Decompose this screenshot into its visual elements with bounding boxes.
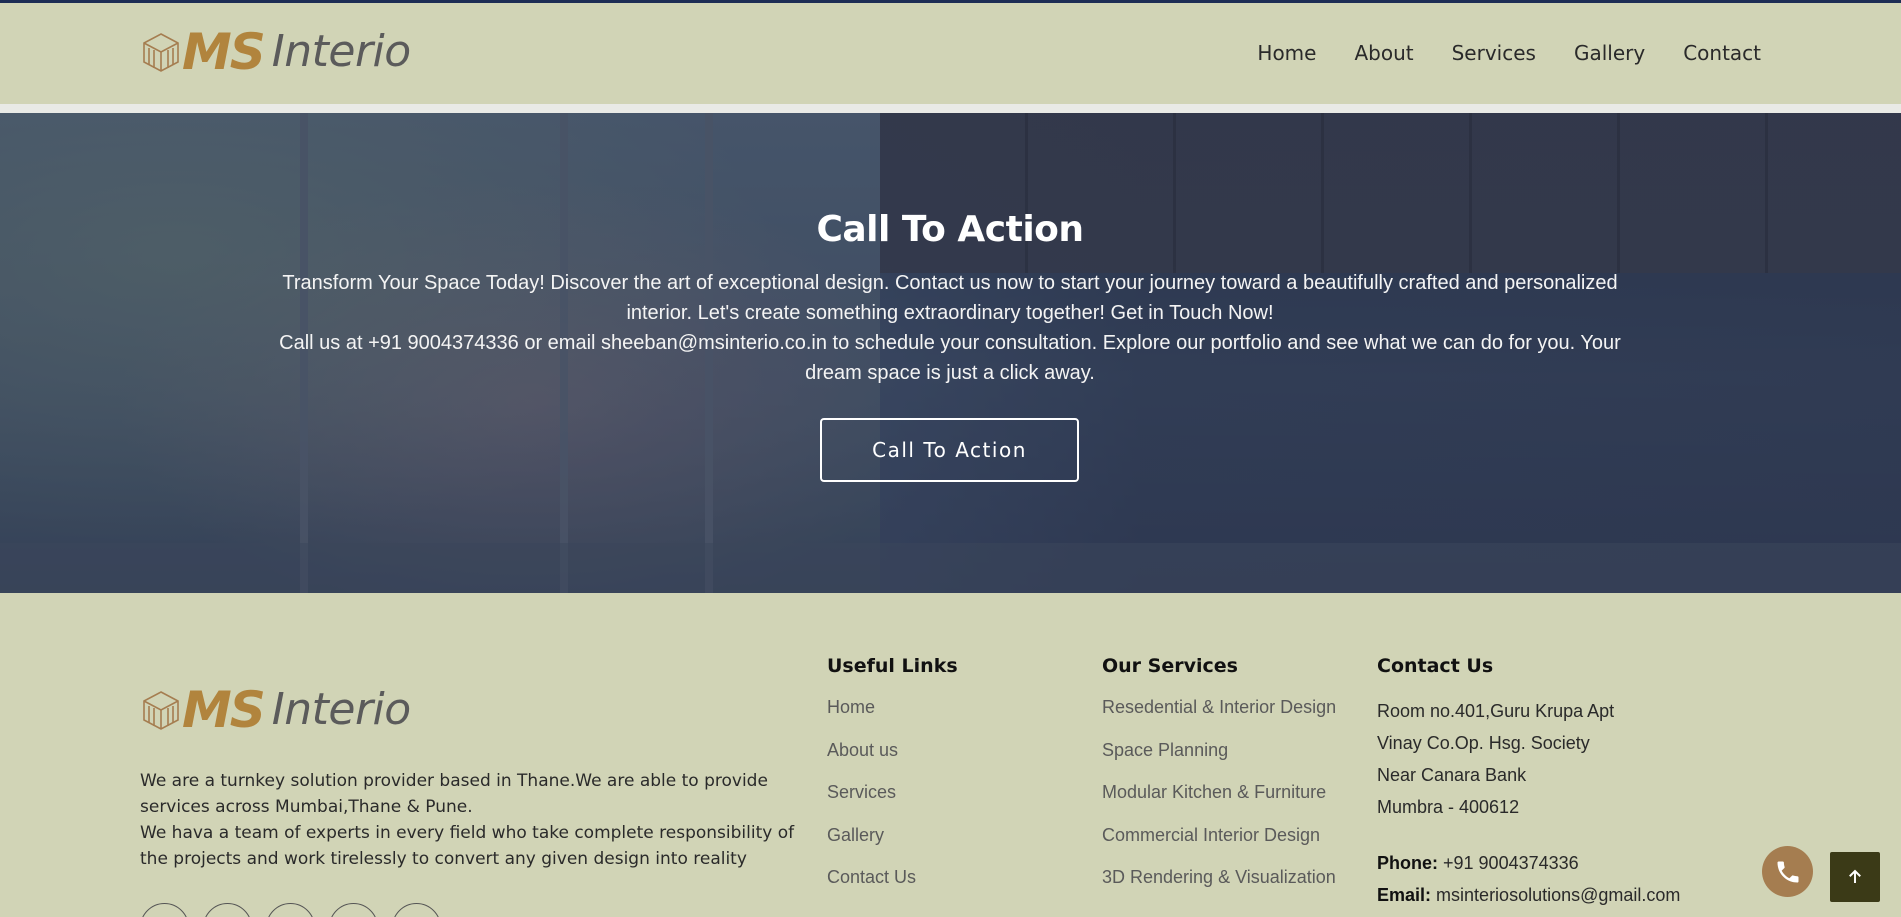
address-line: Room no.401,Guru Krupa Apt	[1377, 701, 1615, 721]
nav-contact[interactable]: Contact	[1683, 41, 1761, 65]
address-line: Near Canara Bank	[1377, 765, 1527, 785]
site-header: MS Interio Home About Services Gallery C…	[0, 0, 1901, 104]
nav-services[interactable]: Services	[1452, 41, 1536, 65]
footer-about: We are a turnkey solution provider based…	[140, 768, 800, 872]
footer-link-gallery[interactable]: Gallery	[827, 823, 958, 866]
services-heading: Our Services	[1102, 655, 1238, 677]
nav-home[interactable]: Home	[1257, 41, 1316, 65]
address-line: Vinay Co.Op. Hsg. Society	[1377, 733, 1590, 753]
logo-ms: MS	[182, 23, 266, 81]
footer-link-contact[interactable]: Contact Us	[827, 865, 958, 908]
hero-content: Call To Action Transform Your Space Toda…	[270, 209, 1630, 388]
useful-links-heading: Useful Links	[827, 655, 958, 677]
social-link[interactable]	[329, 903, 378, 917]
service-link[interactable]: 3D Rendering & Visualization	[1102, 865, 1336, 908]
social-link[interactable]	[266, 903, 315, 917]
contact-heading: Contact Us	[1377, 655, 1494, 677]
nav-gallery[interactable]: Gallery	[1574, 41, 1645, 65]
address-line: Mumbra - 400612	[1377, 797, 1520, 817]
header-logo[interactable]: MS Interio	[140, 27, 411, 77]
services-column: Our Services Resedential & Interior Desi…	[1102, 655, 1336, 908]
email-value[interactable]: msinteriosolutions@gmail.com	[1436, 885, 1680, 905]
footer-logo[interactable]: MS Interio	[140, 685, 411, 735]
social-link[interactable]	[140, 903, 189, 917]
footer-link-services[interactable]: Services	[827, 780, 958, 823]
phone-label: Phone:	[1377, 853, 1438, 873]
hero-title: Call To Action	[816, 209, 1084, 250]
service-link[interactable]: Modular Kitchen & Furniture	[1102, 780, 1336, 823]
phone-value[interactable]: +91 9004374336	[1443, 853, 1579, 873]
contact-column: Contact Us Room no.401,Guru Krupa Apt Vi…	[1377, 655, 1680, 911]
social-link[interactable]	[203, 903, 252, 917]
contact-phone-email: Phone: +91 9004374336 Email: msinterioso…	[1377, 847, 1680, 911]
service-link[interactable]: Commercial Interior Design	[1102, 823, 1336, 866]
about-text-1: We are a turnkey solution provider based…	[140, 771, 768, 817]
floating-call-button[interactable]	[1762, 846, 1813, 897]
main-nav: Home About Services Gallery Contact	[1257, 41, 1761, 65]
service-link[interactable]: Space Planning	[1102, 738, 1336, 781]
phone-icon	[1777, 861, 1798, 882]
footer-link-home[interactable]: Home	[827, 695, 958, 738]
footer-link-about[interactable]: About us	[827, 738, 958, 781]
about-text-2: We hava a team of experts in every field…	[140, 823, 795, 869]
useful-links-column: Useful Links Home About us Services Gall…	[827, 655, 958, 908]
call-to-action-button[interactable]: Call To Action	[820, 418, 1079, 482]
service-link[interactable]: Resedential & Interior Design	[1102, 695, 1336, 738]
hero-paragraph-1: Transform Your Space Today! Discover the…	[282, 272, 1618, 324]
nav-about[interactable]: About	[1354, 41, 1413, 65]
contact-address: Room no.401,Guru Krupa Apt Vinay Co.Op. …	[1377, 695, 1680, 823]
email-label: Email:	[1377, 885, 1432, 905]
cta-hero: Call To Action Transform Your Space Toda…	[0, 113, 1901, 593]
logo-word: Interio	[271, 684, 411, 735]
site-footer: MS Interio We are a turnkey solution pro…	[0, 593, 1901, 917]
cube-lines-icon	[143, 33, 179, 72]
scroll-to-top-button[interactable]	[1830, 852, 1880, 902]
cube-lines-icon	[143, 691, 179, 730]
logo-ms: MS	[182, 681, 266, 739]
social-links	[140, 903, 441, 917]
hero-paragraph-2: Call us at +91 9004374336 or email sheeb…	[279, 332, 1621, 384]
logo-word: Interio	[271, 26, 411, 77]
arrow-up-icon	[1849, 869, 1861, 883]
social-link[interactable]	[392, 903, 441, 917]
